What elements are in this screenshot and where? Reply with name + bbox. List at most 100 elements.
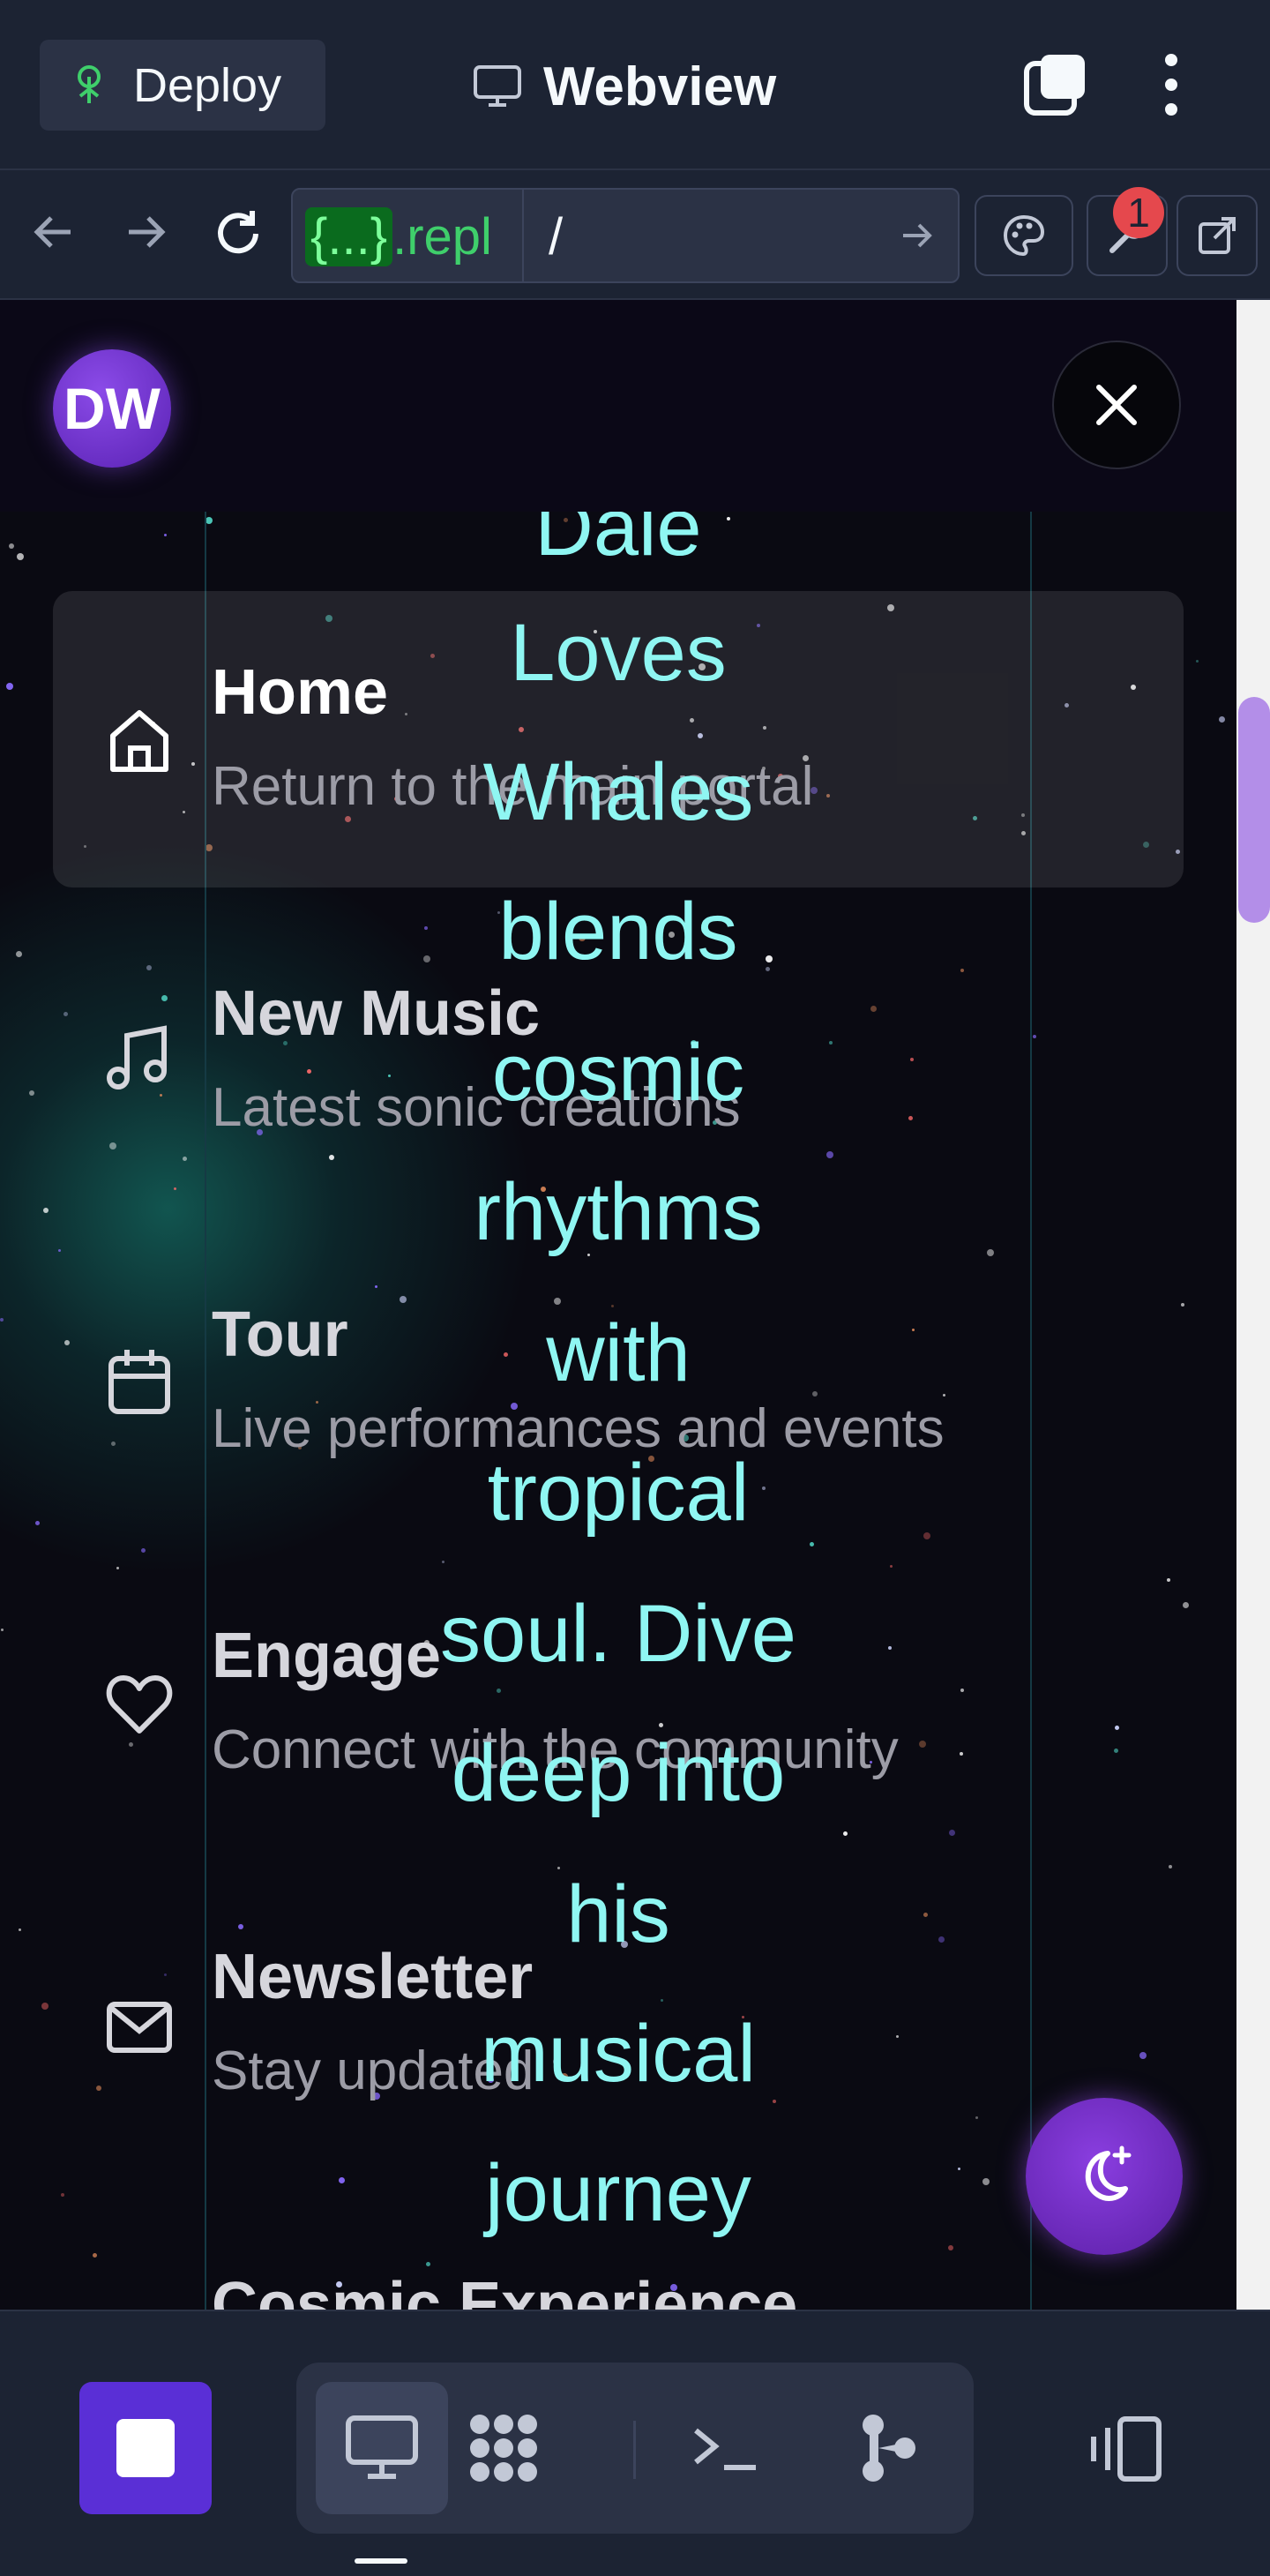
tool-divider — [633, 2421, 636, 2479]
star — [554, 1298, 561, 1305]
theme-toggle-button[interactable] — [1026, 2098, 1183, 2255]
lyric-line: musical — [481, 2009, 756, 2099]
scrollbar-track[interactable] — [1236, 300, 1270, 2310]
star — [975, 2116, 978, 2119]
lyric-line: his — [566, 1869, 670, 1959]
site-header: DW — [0, 300, 1236, 512]
scrollbar-thumb[interactable] — [1238, 697, 1270, 923]
tabs-icon[interactable] — [1021, 51, 1088, 123]
url-domain: {...} .repl — [305, 202, 492, 271]
lyric-line: with — [546, 1308, 691, 1398]
star — [890, 1565, 893, 1568]
star — [141, 1548, 146, 1553]
star — [426, 2262, 430, 2266]
star — [1169, 1865, 1172, 1868]
lyric-line: Whales — [482, 747, 754, 837]
bottom-toolbar — [0, 2310, 1270, 2576]
star — [442, 1561, 444, 1563]
tool-webview[interactable] — [316, 2382, 448, 2514]
deploy-button[interactable]: Deploy — [40, 40, 325, 131]
lyric-line: rhythms — [474, 1167, 763, 1257]
open-external-button[interactable] — [1177, 195, 1258, 276]
star — [116, 1567, 119, 1569]
star — [41, 2003, 49, 2010]
star — [843, 1831, 848, 1836]
palette-icon — [1003, 214, 1045, 257]
git-icon — [863, 2415, 915, 2482]
forward-arrow-icon[interactable] — [123, 207, 168, 257]
avatar[interactable]: DW — [53, 349, 171, 468]
star — [960, 1689, 964, 1692]
monitor-icon — [346, 2415, 418, 2479]
star — [161, 995, 168, 1001]
star — [943, 1394, 945, 1397]
pane-title: Webview — [473, 44, 776, 129]
pane-title-text: Webview — [543, 56, 777, 117]
star — [64, 1012, 68, 1016]
lyric-line: deep into — [451, 1728, 786, 1818]
notification-badge: 1 — [1113, 187, 1164, 238]
star — [923, 1532, 930, 1539]
star — [1167, 1578, 1170, 1582]
deploy-label: Deploy — [133, 58, 282, 112]
external-link-icon — [1199, 217, 1236, 254]
star — [109, 1142, 116, 1149]
top-bar: Deploy Webview — [0, 0, 1270, 170]
star — [826, 1151, 833, 1158]
url-braces: {...} — [305, 206, 393, 266]
lyric-line: soul. Dive — [440, 1589, 796, 1679]
star — [93, 2253, 97, 2258]
deploy-icon — [78, 64, 101, 103]
lyric-line: blends — [498, 887, 738, 977]
device-preview-icon[interactable] — [1085, 2415, 1164, 2482]
palette-button[interactable] — [975, 195, 1073, 276]
star — [557, 1867, 560, 1869]
star — [773, 2100, 776, 2103]
star — [1115, 1726, 1119, 1730]
reload-icon[interactable] — [212, 207, 265, 260]
lyric-line: cosmic — [491, 1028, 745, 1118]
star — [661, 1999, 663, 2002]
monitor-icon — [474, 65, 521, 107]
tool-apps[interactable] — [437, 2382, 570, 2514]
star — [870, 1006, 877, 1012]
url-domain-suffix: .repl — [392, 207, 492, 266]
star — [375, 1285, 377, 1288]
back-arrow-icon[interactable] — [32, 207, 76, 257]
nav-item-cosmic-experience-title[interactable]: Cosmic Experience — [212, 2269, 797, 2310]
tool-shell[interactable] — [660, 2382, 792, 2514]
apps-grid-icon — [470, 2415, 537, 2482]
star — [611, 1305, 614, 1307]
home-indicator — [355, 2558, 407, 2564]
lyric-line: tropical — [487, 1448, 750, 1538]
more-vertical-icon[interactable] — [1155, 51, 1187, 123]
go-arrow-icon[interactable] — [900, 218, 935, 253]
star — [1181, 1303, 1184, 1307]
star — [183, 1157, 187, 1161]
star — [810, 1542, 814, 1546]
heart-icon — [106, 1675, 173, 1734]
star — [949, 1830, 955, 1836]
star — [164, 1973, 167, 1976]
url-input[interactable]: {...} .repl / — [291, 188, 960, 283]
tool-git[interactable] — [822, 2382, 954, 2514]
star — [497, 1689, 501, 1693]
moon-sparkle-icon — [1085, 2145, 1132, 2201]
url-bar: {...} .repl / — [0, 172, 1270, 300]
star — [400, 1296, 407, 1303]
star — [111, 1442, 116, 1446]
lyric-line: Loves — [510, 608, 727, 698]
url-path: / — [549, 207, 564, 266]
star — [908, 1116, 913, 1120]
star — [329, 1155, 334, 1160]
stop-icon — [116, 2419, 175, 2477]
close-menu-button[interactable] — [1052, 341, 1181, 469]
star — [1219, 716, 1225, 723]
star — [948, 2245, 953, 2250]
stop-button[interactable] — [79, 2382, 212, 2514]
webview-content: Home Return to the main portal New Music… — [0, 300, 1236, 2310]
url-separator — [522, 190, 524, 281]
close-icon — [1096, 385, 1137, 425]
tool-switcher — [296, 2363, 974, 2534]
terminal-icon — [694, 2428, 756, 2470]
